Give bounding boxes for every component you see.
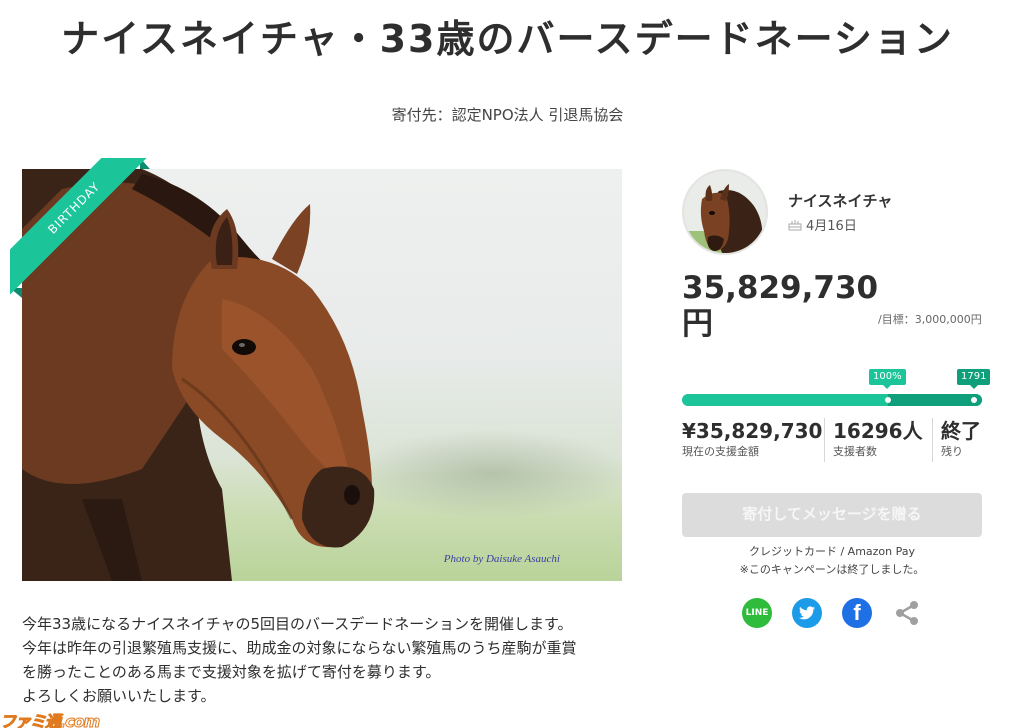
- ribbon-label: BIRTHDAY: [10, 158, 160, 298]
- share-buttons: LINE f: [742, 598, 922, 628]
- description-line: 今年は昨年の引退繁殖馬支援に、助成金の対象にならない繁殖馬のうち産駒が重賞: [22, 639, 577, 657]
- photo-credit: Photo by Daisuke Asauchi: [443, 553, 560, 565]
- stat-value: ¥35,829,730: [682, 419, 823, 443]
- stat-label: 支援者数: [833, 445, 877, 458]
- page-title: ナイスネイチャ・33歳のバースデードネーション: [61, 17, 954, 61]
- progress-tag-count: 1791: [957, 369, 991, 389]
- progress-bar: [682, 394, 982, 406]
- cake-icon: [788, 219, 802, 230]
- description-line: を勝ったことのある馬まで支援対象を拡げて寄付を募ります。: [22, 663, 441, 681]
- progress-fill: [888, 394, 982, 406]
- payment-methods: クレジットカード / Amazon Pay: [748, 545, 916, 558]
- stat-value: 終了: [941, 419, 981, 443]
- stats-row: ¥35,829,730 現在の支援金額 16296人 支援者数 終了 残り: [682, 418, 982, 462]
- twitter-share-button[interactable]: [792, 598, 822, 628]
- line-icon: LINE: [745, 608, 769, 618]
- birthday: 4月16日: [788, 215, 857, 234]
- facebook-share-button[interactable]: f: [842, 598, 872, 628]
- progress-marker: [885, 397, 891, 403]
- campaign-description: 今年33歳になるナイスネイチャの5回目のバースデードネーションを開催します。 今…: [22, 612, 642, 708]
- horse-avatar-image: [684, 171, 766, 253]
- watermark-logo: ファミ通.com: [0, 712, 101, 728]
- description-line: よろしくお願いいたします。: [22, 687, 216, 705]
- stat-raised: ¥35,829,730 現在の支援金額: [682, 418, 824, 462]
- horse-name[interactable]: ナイスネイチャ: [788, 190, 892, 211]
- twitter-icon: [799, 606, 815, 620]
- progress-marker: [971, 397, 977, 403]
- recipient-organization[interactable]: 寄付先：認定NPO法人 引退馬協会: [0, 104, 1015, 125]
- facebook-icon: f: [853, 600, 861, 625]
- avatar[interactable]: [682, 169, 768, 255]
- birthday-ribbon: BIRTHDAY: [10, 158, 160, 308]
- share-icon: [896, 601, 918, 625]
- birthday-date: 4月16日: [806, 219, 857, 234]
- stat-remaining: 終了 残り: [932, 418, 982, 462]
- stat-label: 残り: [941, 445, 963, 458]
- stat-label: 現在の支援金額: [682, 445, 759, 458]
- total-amount: 35,829,730円: [682, 270, 879, 342]
- progress-tag-percent: 100%: [869, 369, 906, 389]
- share-button[interactable]: [892, 598, 922, 628]
- stat-supporters: 16296人 支援者数: [824, 418, 932, 462]
- donate-button[interactable]: 寄付してメッセージを贈る: [682, 493, 982, 537]
- campaign-status: ※このキャンペーンは終了しました。: [739, 563, 925, 576]
- line-share-button[interactable]: LINE: [742, 598, 772, 628]
- description-line: 今年33歳になるナイスネイチャの5回目のバースデードネーションを開催します。: [22, 615, 573, 633]
- stat-value: 16296人: [833, 419, 923, 443]
- goal-amount: /目標：3,000,000円: [878, 313, 982, 326]
